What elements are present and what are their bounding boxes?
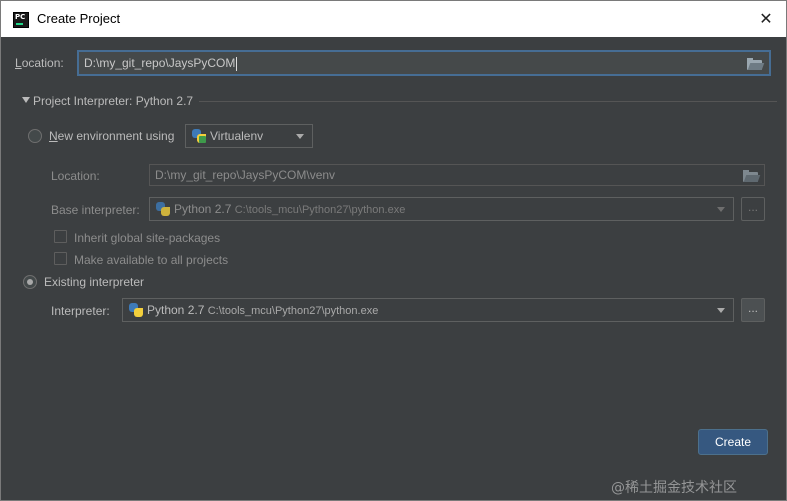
venv-location-input[interactable]: D:\my_git_repo\JaysPyCOM\venv bbox=[149, 164, 765, 186]
collapse-triangle-icon[interactable] bbox=[22, 97, 30, 103]
chevron-down-icon bbox=[717, 308, 725, 313]
base-interpreter-label: Base interpreter: bbox=[51, 203, 140, 217]
new-environment-label: New environment using bbox=[49, 129, 175, 143]
section-divider bbox=[199, 101, 777, 102]
window-title: Create Project bbox=[37, 11, 121, 26]
existing-interpreter-radio[interactable] bbox=[23, 275, 37, 289]
virtualenv-icon bbox=[192, 129, 206, 143]
interpreter-section-header[interactable]: Project Interpreter: Python 2.7 bbox=[19, 94, 779, 108]
text-caret bbox=[236, 56, 238, 71]
browse-folder-icon[interactable] bbox=[743, 170, 761, 182]
interpreter-label: Interpreter: bbox=[51, 304, 110, 318]
environment-tool-select[interactable]: Virtualenv bbox=[185, 124, 313, 148]
python-icon bbox=[129, 303, 143, 317]
base-interpreter-select[interactable]: Python 2.7 C:\tools_mcu\Python27\python.… bbox=[149, 197, 734, 221]
chevron-down-icon bbox=[296, 134, 304, 139]
base-interpreter-browse-button[interactable]: ... bbox=[741, 197, 765, 221]
interpreter-browse-button[interactable]: ... bbox=[741, 298, 765, 322]
chevron-down-icon bbox=[717, 207, 725, 212]
new-environment-radio[interactable] bbox=[28, 129, 42, 143]
dialog-content: Location: D:\my_git_repo\JaysPyCOM Proje… bbox=[7, 38, 782, 500]
make-available-checkbox[interactable] bbox=[54, 252, 67, 265]
location-input[interactable]: D:\my_git_repo\JaysPyCOM bbox=[77, 50, 771, 76]
inherit-packages-checkbox[interactable] bbox=[54, 230, 67, 243]
inherit-packages-label: Inherit global site-packages bbox=[74, 231, 221, 245]
title-bar: PC Create Project ✕ bbox=[1, 1, 786, 37]
existing-interpreter-label: Existing interpreter bbox=[44, 275, 145, 289]
create-project-dialog: PC Create Project ✕ Location: D:\my_git_… bbox=[0, 0, 787, 501]
make-available-label: Make available to all projects bbox=[74, 253, 229, 267]
close-icon: ✕ bbox=[759, 9, 773, 28]
python-icon bbox=[156, 202, 170, 216]
pycharm-logo-icon: PC bbox=[13, 12, 29, 28]
close-button[interactable]: ✕ bbox=[754, 7, 778, 31]
create-button[interactable]: Create bbox=[698, 429, 768, 455]
watermark-text: @稀土掘金技术社区 bbox=[611, 480, 737, 496]
interpreter-select[interactable]: Python 2.7 C:\tools_mcu\Python27\python.… bbox=[122, 298, 734, 322]
interpreter-section-title: Project Interpreter: Python 2.7 bbox=[33, 94, 194, 108]
browse-folder-icon[interactable] bbox=[747, 58, 765, 70]
location-label: Location: bbox=[15, 56, 64, 70]
venv-location-label: Location: bbox=[51, 169, 100, 183]
